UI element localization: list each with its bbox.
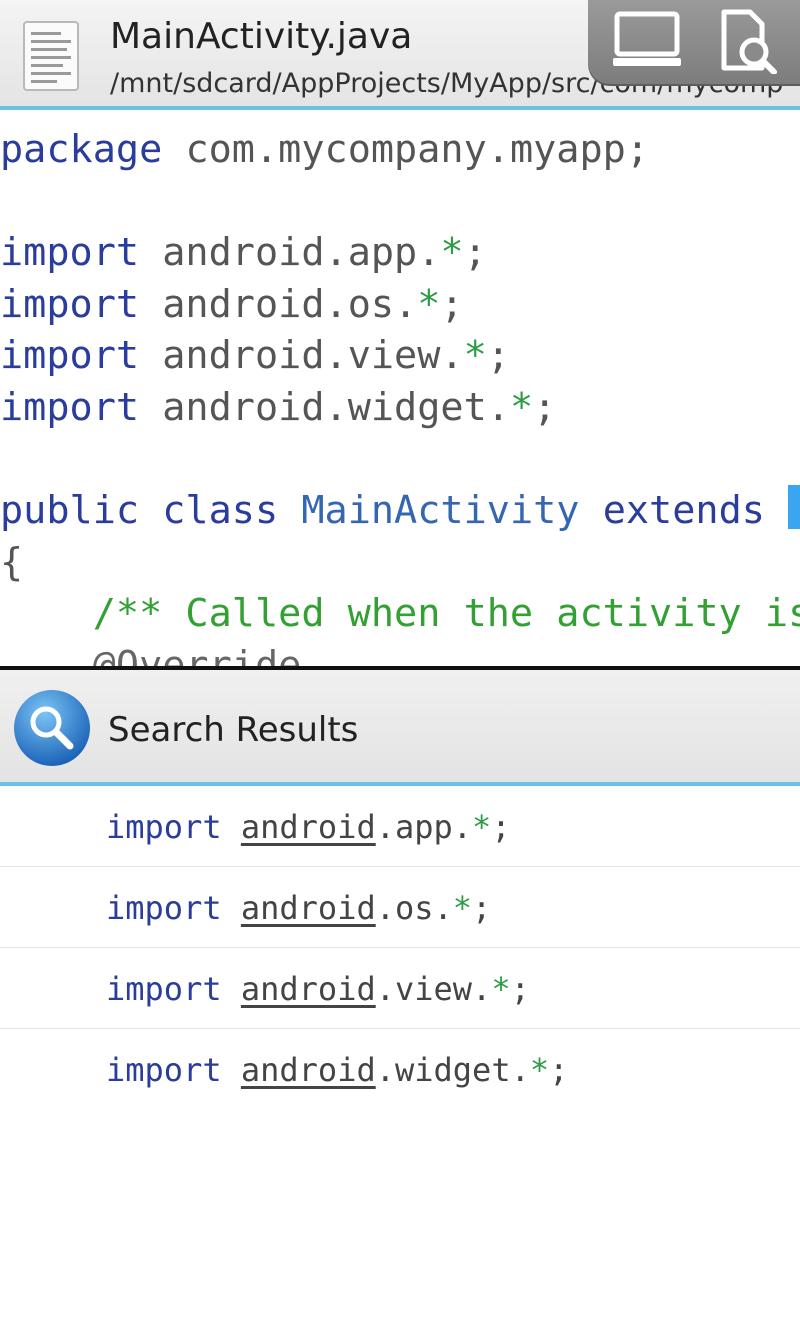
code-line: import android.view.*; [0, 333, 510, 379]
search-result-text: import android.widget.*; [106, 1051, 569, 1089]
search-result-item[interactable]: import android.os.*; [0, 867, 800, 948]
file-search-button[interactable] [700, 6, 790, 80]
toolbar [588, 0, 800, 86]
monitor-button[interactable] [602, 6, 692, 80]
search-results-list: import android.app.*; import android.os.… [0, 786, 800, 1109]
search-result-item[interactable]: import android.widget.*; [0, 1029, 800, 1109]
file-name: MainActivity.java [110, 16, 413, 57]
search-icon [12, 688, 92, 768]
search-results-title: Search Results [108, 710, 359, 750]
search-result-item[interactable]: import android.app.*; [0, 786, 800, 867]
document-icon [22, 20, 80, 92]
code-line: import android.widget.*; [0, 384, 557, 430]
code-line: /** Called when the activity is [0, 591, 800, 637]
code-line: { [0, 539, 24, 585]
search-result-text: import android.os.*; [106, 889, 492, 927]
text-cursor [788, 485, 800, 530]
search-result-text: import android.app.*; [106, 808, 511, 846]
title-bar: MainActivity.java /mnt/sdcard/AppProject… [0, 0, 800, 110]
search-result-item[interactable]: import android.view.*; [0, 948, 800, 1029]
code-line: @Override [0, 642, 302, 666]
code-line: public class MainActivity extends [0, 485, 800, 537]
file-search-icon [710, 8, 780, 78]
code-line: import android.os.*; [0, 281, 464, 327]
search-result-text: import android.view.*; [106, 970, 530, 1008]
code-text: package com.mycompany.myapp; import andro… [0, 124, 800, 666]
code-line: import android.app.*; [0, 230, 487, 276]
code-line: package com.mycompany.myapp; [0, 127, 650, 172]
code-editor[interactable]: package com.mycompany.myapp; import andro… [0, 110, 800, 666]
monitor-icon [611, 10, 683, 76]
search-results-header: Search Results [0, 670, 800, 786]
